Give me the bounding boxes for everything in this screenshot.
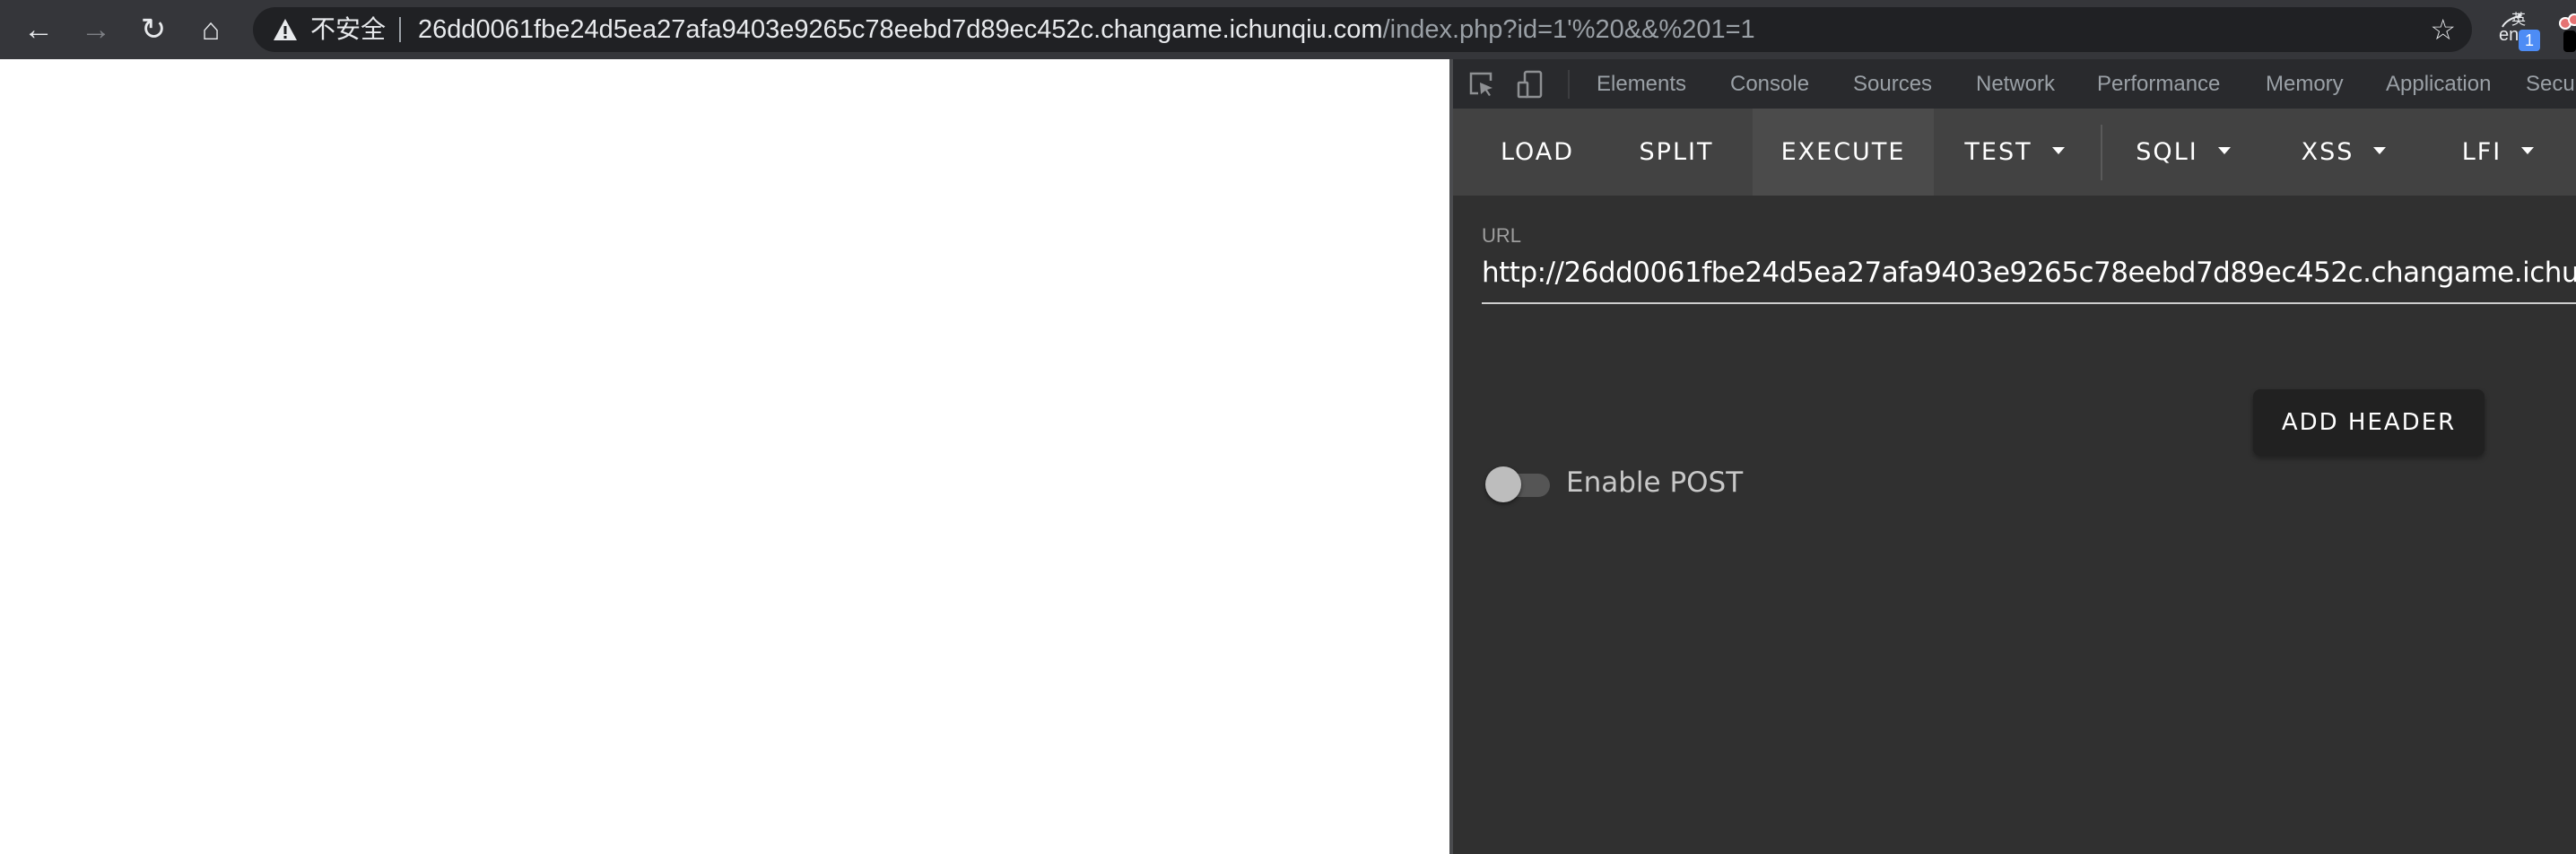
- tab-performance[interactable]: Performance: [2097, 59, 2220, 109]
- lfi-dropdown[interactable]: LFI: [2424, 109, 2572, 196]
- devtools-tab-bar: Elements Console Sources Network Perform…: [1453, 59, 2576, 109]
- caret-down-icon: [2051, 146, 2065, 154]
- xss-dropdown[interactable]: XSS: [2264, 109, 2424, 196]
- hackbar-toolbar: LOAD SPLIT EXECUTE TEST SQLI XSS LFI: [1453, 109, 2576, 196]
- extension-icon: [2559, 13, 2576, 52]
- caret-down-icon: [2373, 146, 2387, 154]
- home-icon: ⌂: [201, 12, 221, 47]
- load-button[interactable]: LOAD: [1475, 109, 1600, 196]
- execute-label: EXECUTE: [1780, 138, 1906, 166]
- bookmark-star-icon[interactable]: ☆: [2430, 14, 2456, 45]
- page-content: [0, 59, 1449, 854]
- caret-down-icon: [2521, 146, 2535, 154]
- forward-arrow-icon: →: [81, 12, 111, 47]
- warning-icon: [274, 19, 297, 40]
- device-toolbar-icon[interactable]: [1516, 70, 1545, 99]
- load-label: LOAD: [1500, 138, 1575, 166]
- omnibox-separator: [399, 17, 401, 42]
- translate-en-label: en: [2499, 25, 2519, 45]
- xss-label: XSS: [2301, 138, 2354, 166]
- tab-security[interactable]: Secu: [2526, 59, 2575, 109]
- not-secure-label[interactable]: 不安全: [310, 14, 386, 45]
- url-field-underline: [1482, 302, 2576, 304]
- tab-sources[interactable]: Sources: [1853, 59, 1932, 109]
- inspect-element-icon[interactable]: [1467, 70, 1496, 99]
- split-label: SPLIT: [1639, 138, 1714, 166]
- reload-icon: ↻: [140, 13, 167, 47]
- extension-badge: 1: [2519, 30, 2540, 51]
- back-button[interactable]: ←: [18, 9, 59, 50]
- execute-button[interactable]: EXECUTE: [1753, 109, 1934, 196]
- test-dropdown[interactable]: TEST: [1934, 109, 2095, 196]
- tab-network[interactable]: Network: [1976, 59, 2055, 109]
- tab-elements[interactable]: Elements: [1597, 59, 1686, 109]
- sqli-label: SQLI: [2136, 138, 2198, 166]
- test-label: TEST: [1964, 138, 2032, 166]
- extension-button[interactable]: [2558, 11, 2576, 54]
- add-header-button[interactable]: ADD HEADER: [2253, 389, 2485, 456]
- toggle-thumb: [1485, 466, 1521, 502]
- reload-button[interactable]: ↻: [133, 9, 174, 50]
- url-text[interactable]: 26dd0061fbe24d5ea27afa9403e9265c78eebd7d…: [418, 14, 1755, 45]
- url-path: /index.php?id=1'%20&&%201=1: [1382, 15, 1755, 44]
- lfi-label: LFI: [2461, 138, 2502, 166]
- tab-memory[interactable]: Memory: [2266, 59, 2344, 109]
- forward-button[interactable]: →: [75, 9, 117, 50]
- tab-console[interactable]: Console: [1730, 59, 1809, 109]
- address-bar[interactable]: 不安全 26dd0061fbe24d5ea27afa9403e9265c78ee…: [253, 7, 2472, 52]
- sqli-dropdown[interactable]: SQLI: [2102, 109, 2264, 196]
- url-field[interactable]: http://26dd0061fbe24d5ea27afa9403e9265c7…: [1482, 253, 2576, 292]
- enable-post-toggle[interactable]: [1482, 463, 1553, 502]
- enable-post-label: Enable POST: [1566, 466, 1744, 499]
- tab-divider: [1568, 70, 1570, 99]
- devtools-panel: Elements Console Sources Network Perform…: [1449, 59, 2576, 854]
- split-button[interactable]: SPLIT: [1600, 109, 1753, 196]
- back-arrow-icon: ←: [23, 12, 54, 47]
- url-field-label: URL: [1482, 224, 1522, 247]
- home-button[interactable]: ⌂: [190, 9, 231, 50]
- tab-application[interactable]: Application: [2386, 59, 2491, 109]
- url-host: 26dd0061fbe24d5ea27afa9403e9265c78eebd7d…: [418, 15, 1383, 44]
- browser-toolbar: ← → ↻ ⌂ 不安全 26dd0061fbe24d5ea27afa9403e9…: [0, 0, 2576, 59]
- caret-down-icon: [2217, 146, 2231, 154]
